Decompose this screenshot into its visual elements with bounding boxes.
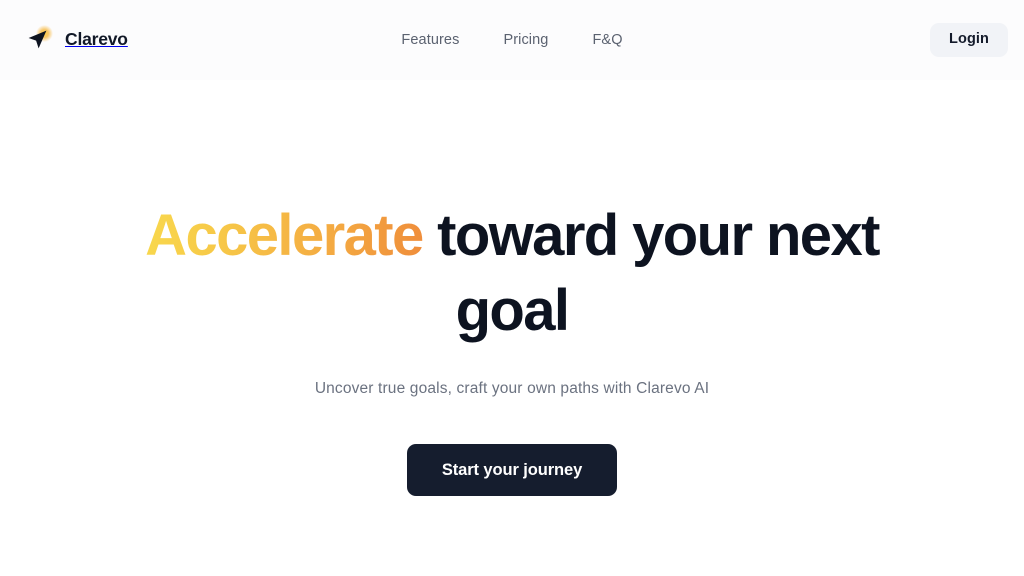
nav-link-pricing[interactable]: Pricing bbox=[503, 32, 548, 48]
nav-link-faq[interactable]: F&Q bbox=[592, 32, 622, 48]
hero-section: Accelerate toward your next goal Uncover… bbox=[0, 80, 1024, 576]
login-button[interactable]: Login bbox=[930, 23, 1008, 57]
navigation-arrow-icon bbox=[22, 23, 56, 57]
hero-title-accent: Accelerate bbox=[145, 203, 424, 268]
hero-title: Accelerate toward your next goal bbox=[122, 198, 902, 349]
brand-name: Clarevo bbox=[65, 29, 128, 50]
header-actions: Login bbox=[930, 23, 1008, 57]
nav-link-features[interactable]: Features bbox=[401, 32, 459, 48]
hero-subtitle: Uncover true goals, craft your own paths… bbox=[314, 379, 710, 397]
brand-logo-link[interactable]: Clarevo bbox=[16, 23, 128, 57]
hero-title-rest: toward your next goal bbox=[422, 203, 880, 344]
main-navigation: Features Pricing F&Q bbox=[0, 0, 1024, 80]
start-journey-button[interactable]: Start your journey bbox=[406, 444, 618, 497]
site-header: Clarevo Features Pricing F&Q Login bbox=[0, 0, 1024, 80]
